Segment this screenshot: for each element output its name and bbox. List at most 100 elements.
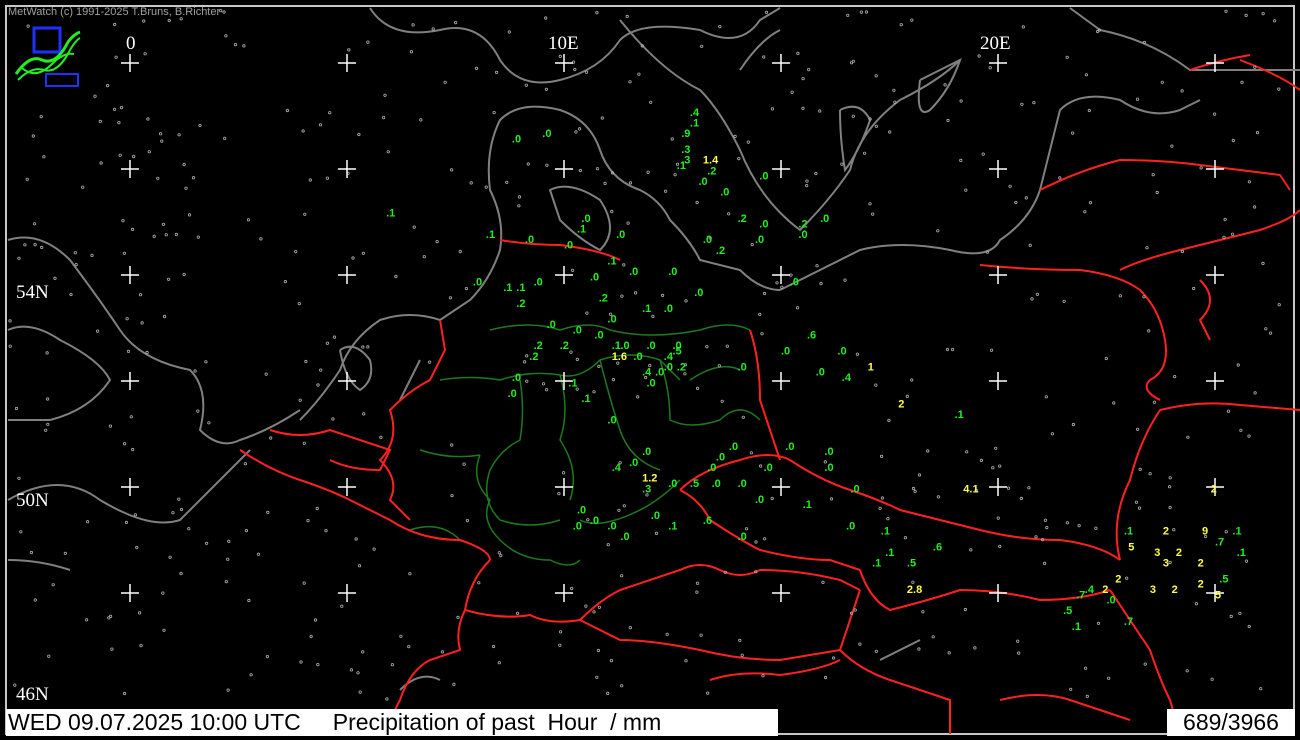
precip-value: .0 — [729, 441, 738, 453]
precip-value: .0 — [512, 372, 521, 384]
precip-value: .0 — [694, 287, 703, 299]
precip-value: .2 — [707, 165, 716, 177]
precip-value: .0 — [790, 277, 799, 289]
precip-value: .1 — [568, 377, 577, 389]
precip-value: .0 — [629, 457, 638, 469]
precip-value: .1 — [955, 409, 964, 421]
lat-label-50n: 50N — [16, 490, 49, 511]
precip-value: .1 — [503, 282, 512, 294]
precip-value: .1 — [668, 520, 677, 532]
precip-value: .2 — [677, 361, 686, 373]
precip-value: .0 — [616, 229, 625, 241]
precip-value: .0 — [738, 361, 747, 373]
precip-value: .0 — [850, 483, 859, 495]
precip-value: .0 — [738, 531, 747, 543]
precip-value: 2 — [1198, 558, 1204, 570]
precip-value: .0 — [525, 234, 534, 246]
precip-value: .1 — [516, 282, 525, 294]
credit-text: MetWatch (c) 1991-2025 T.Bruns, B.Richte… — [8, 6, 221, 18]
precip-value: .0 — [712, 478, 721, 490]
precip-value: .0 — [620, 531, 629, 543]
precip-value: .2 — [738, 213, 747, 225]
lat-label-54n: 54N — [16, 282, 49, 303]
precip-value: .0 — [577, 505, 586, 517]
lat-label-46n: 46N — [16, 684, 49, 705]
precip-value: .0 — [816, 367, 825, 379]
precip-value: 1 — [868, 361, 874, 373]
precip-value: .1 — [577, 224, 586, 236]
precip-value: .0 — [781, 346, 790, 358]
precip-value: .1 — [881, 526, 890, 538]
precip-value: .1 — [677, 160, 686, 172]
metwatch-logo-icon — [14, 26, 81, 87]
precip-value: .0 — [716, 452, 725, 464]
precip-value: .5 — [673, 346, 682, 358]
precip-value: .0 — [647, 340, 656, 352]
precip-value: 2 — [1172, 584, 1178, 596]
precip-value: 3 — [1163, 558, 1169, 570]
precip-value: .7 — [1215, 536, 1224, 548]
precip-value: .0 — [573, 324, 582, 336]
precip-value: .0 — [798, 229, 807, 241]
precip-value: .0 — [759, 218, 768, 230]
precip-value: .5 — [907, 558, 916, 570]
precip-value: .9 — [681, 128, 690, 140]
precip-value: .0 — [607, 414, 616, 426]
precip-value: .0 — [1107, 595, 1116, 607]
precip-value: .0 — [594, 330, 603, 342]
product-title: Precipitation of past Hour / mm — [332, 709, 662, 735]
precip-value: .1 — [1237, 547, 1246, 559]
precip-value: .0 — [755, 494, 764, 506]
precip-value: .1 — [803, 499, 812, 511]
precip-value: 1.6 — [612, 351, 627, 363]
precip-value: .0 — [512, 134, 521, 146]
precip-value: .0 — [668, 266, 677, 278]
precip-value: 3 — [1150, 584, 1156, 596]
precip-value: .0 — [629, 266, 638, 278]
precip-value: .0 — [508, 388, 517, 400]
precip-value: .1 — [1232, 526, 1241, 538]
precip-value: .0 — [824, 462, 833, 474]
precip-value: .0 — [542, 128, 551, 140]
precip-value: .0 — [738, 478, 747, 490]
precip-value: .0 — [664, 361, 673, 373]
precip-value: .0 — [642, 446, 651, 458]
precip-value: .3 — [642, 483, 651, 495]
precip-value: .1 — [872, 558, 881, 570]
precip-value: 5 — [1215, 589, 1221, 601]
precip-value: .0 — [720, 187, 729, 199]
precip-value: .0 — [699, 176, 708, 188]
precip-value: .4 — [1085, 584, 1095, 596]
precip-value: .0 — [837, 346, 846, 358]
precip-value: 3 — [1154, 547, 1160, 559]
precip-value: .6 — [807, 330, 816, 342]
precip-value: .7 — [1076, 589, 1085, 601]
precip-value: 2.8 — [907, 584, 922, 596]
precip-value: .2 — [529, 351, 538, 363]
precip-value: .0 — [785, 441, 794, 453]
precip-value: .5 — [1219, 573, 1228, 585]
precip-value: .1 — [1124, 526, 1133, 538]
precip-value: .0 — [764, 462, 773, 474]
precip-value: .0 — [564, 240, 573, 252]
precip-value: .5 — [690, 478, 699, 490]
precip-value: 2 — [1176, 547, 1182, 559]
precip-value: .4 — [612, 462, 622, 474]
precip-value: .1 — [690, 118, 699, 130]
precip-value: .0 — [473, 277, 482, 289]
precip-value: .0 — [590, 271, 599, 283]
precip-value: .0 — [647, 377, 656, 389]
precip-value: .1 — [486, 229, 495, 241]
precip-value: .0 — [846, 520, 855, 532]
precip-value: .0 — [703, 234, 712, 246]
precip-value: .0 — [820, 213, 829, 225]
precip-value: .2 — [599, 293, 608, 305]
precipitation-map: 0 10E 20E 54N 50N 46N .4.1.9.3.3 1.4.1.2.… — [0, 0, 1300, 740]
precip-value: 2 — [1163, 526, 1169, 538]
precip-value: .2 — [716, 245, 725, 257]
precip-value: .7 — [1124, 616, 1133, 628]
precip-value: 2 — [1211, 483, 1217, 495]
precip-value: 4.1 — [963, 483, 978, 495]
precip-value: 2 — [1115, 573, 1121, 585]
precip-value: .6 — [703, 515, 712, 527]
